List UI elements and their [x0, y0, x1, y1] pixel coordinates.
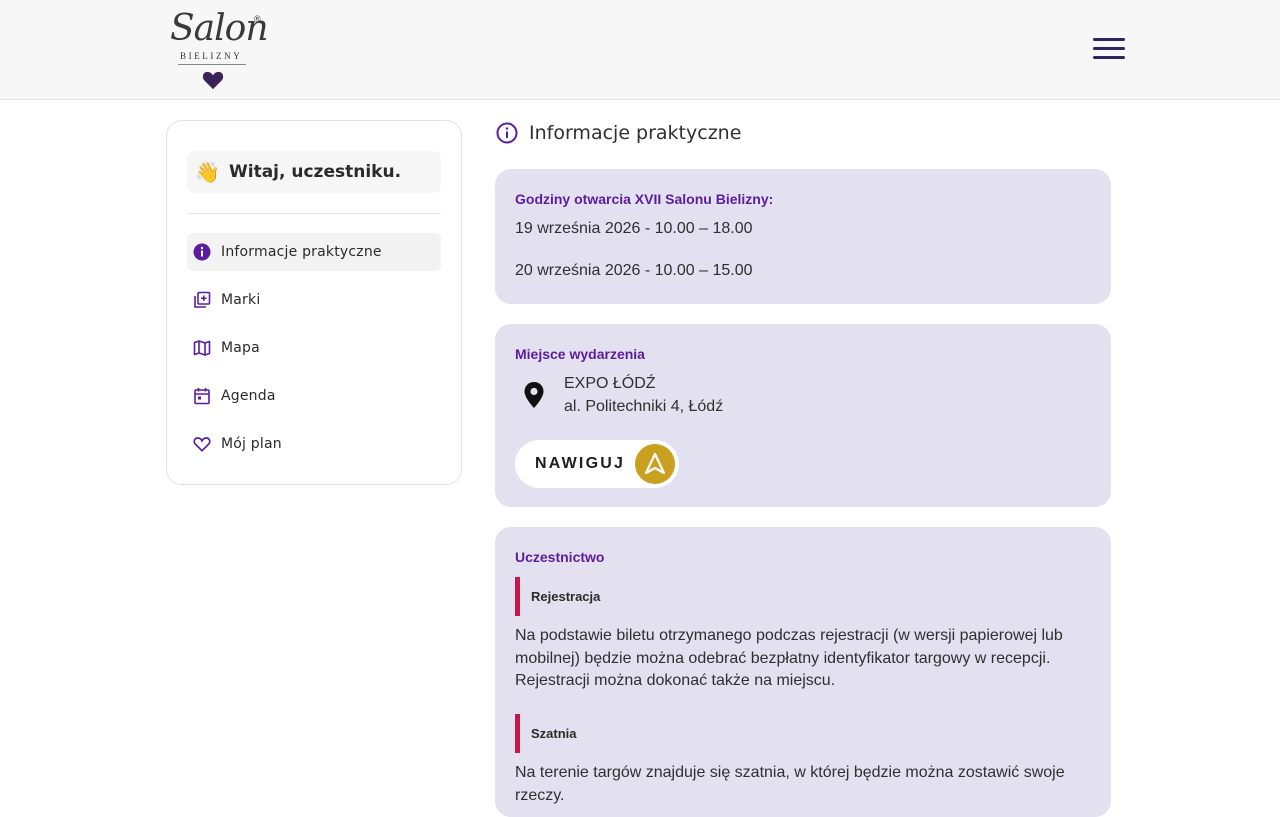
sidebar-nav: Informacje praktyczne Marki Mapa Agenda …	[187, 233, 441, 473]
page-title-text: Informacje praktyczne	[529, 122, 742, 144]
sidebar-item-mapa[interactable]: Mapa	[187, 329, 441, 367]
venue-name: EXPO ŁÓDŹ	[564, 375, 656, 392]
logo-divider	[178, 64, 246, 65]
page-title: Informacje praktyczne	[496, 120, 741, 146]
heart-icon	[193, 435, 211, 453]
sidebar-divider	[187, 213, 441, 214]
sidebar-item-label: Mój plan	[221, 436, 282, 452]
participation-card: Uczestnictwo Rejestracja Na podstawie bi…	[495, 527, 1111, 817]
logo-script-text: Salon	[170, 8, 268, 49]
info-icon	[193, 243, 211, 261]
section-text-rejestracja: Na podstawie biletu otrzymanego podczas …	[515, 627, 1063, 689]
section-text-szatnia: Na terenie targów znajduje się szatnia, …	[515, 764, 1065, 804]
sidebar-item-label: Marki	[221, 292, 261, 308]
site-header: Salon ® BIELIZNY	[0, 0, 1280, 100]
sidebar-item-marki[interactable]: Marki	[187, 281, 441, 319]
opening-hours-heading: Godziny otwarcia XVII Salonu Bielizny:	[515, 191, 774, 207]
salon-bielizny-logo[interactable]: Salon ® BIELIZNY	[168, 8, 268, 92]
registered-mark: ®	[254, 14, 261, 24]
venue-card: Miejsce wydarzenia EXPO ŁÓDŹ al. Politec…	[495, 324, 1111, 507]
section-title-szatnia: Szatnia	[515, 714, 577, 753]
navigation-arrow-icon	[635, 444, 675, 484]
logo-heart-icon	[202, 71, 224, 90]
welcome-text: Witaj, uczestniku.	[229, 162, 402, 182]
brands-icon	[193, 291, 211, 309]
sidebar-item-label: Mapa	[221, 340, 260, 356]
venue-heading: Miejsce wydarzenia	[515, 346, 645, 362]
navigate-button[interactable]: NAWIGUJ	[515, 440, 679, 488]
navigate-button-label: NAWIGUJ	[535, 455, 626, 472]
opening-hours-day1: 19 września 2026 - 10.00 – 18.00	[515, 220, 753, 237]
calendar-icon	[193, 387, 211, 405]
hamburger-menu-icon[interactable]	[1093, 38, 1125, 62]
map-icon	[193, 339, 211, 357]
welcome-box: 👋 Witaj, uczestniku.	[187, 151, 441, 193]
opening-hours-card: Godziny otwarcia XVII Salonu Bielizny: 1…	[495, 169, 1111, 304]
logo-sub-text: BIELIZNY	[180, 51, 243, 61]
sidebar-item-label: Agenda	[221, 388, 276, 404]
sidebar-item-informacje-praktyczne[interactable]: Informacje praktyczne	[187, 233, 441, 271]
venue-location: EXPO ŁÓDŹ al. Politechniki 4, Łódź	[515, 372, 723, 418]
section-title-rejestracja: Rejestracja	[515, 577, 600, 616]
opening-hours-day2: 20 września 2026 - 10.00 – 15.00	[515, 262, 753, 279]
sidebar-item-label: Informacje praktyczne	[221, 244, 382, 260]
sidebar-item-agenda[interactable]: Agenda	[187, 377, 441, 415]
venue-address: al. Politechniki 4, Łódź	[564, 398, 724, 415]
location-pin-icon	[515, 372, 553, 418]
info-outline-icon	[496, 122, 518, 144]
sidebar: 👋 Witaj, uczestniku. Informacje praktycz…	[166, 120, 462, 485]
waving-hand-icon: 👋	[195, 161, 220, 184]
participation-heading: Uczestnictwo	[515, 549, 605, 565]
sidebar-item-moj-plan[interactable]: Mój plan	[187, 425, 441, 463]
